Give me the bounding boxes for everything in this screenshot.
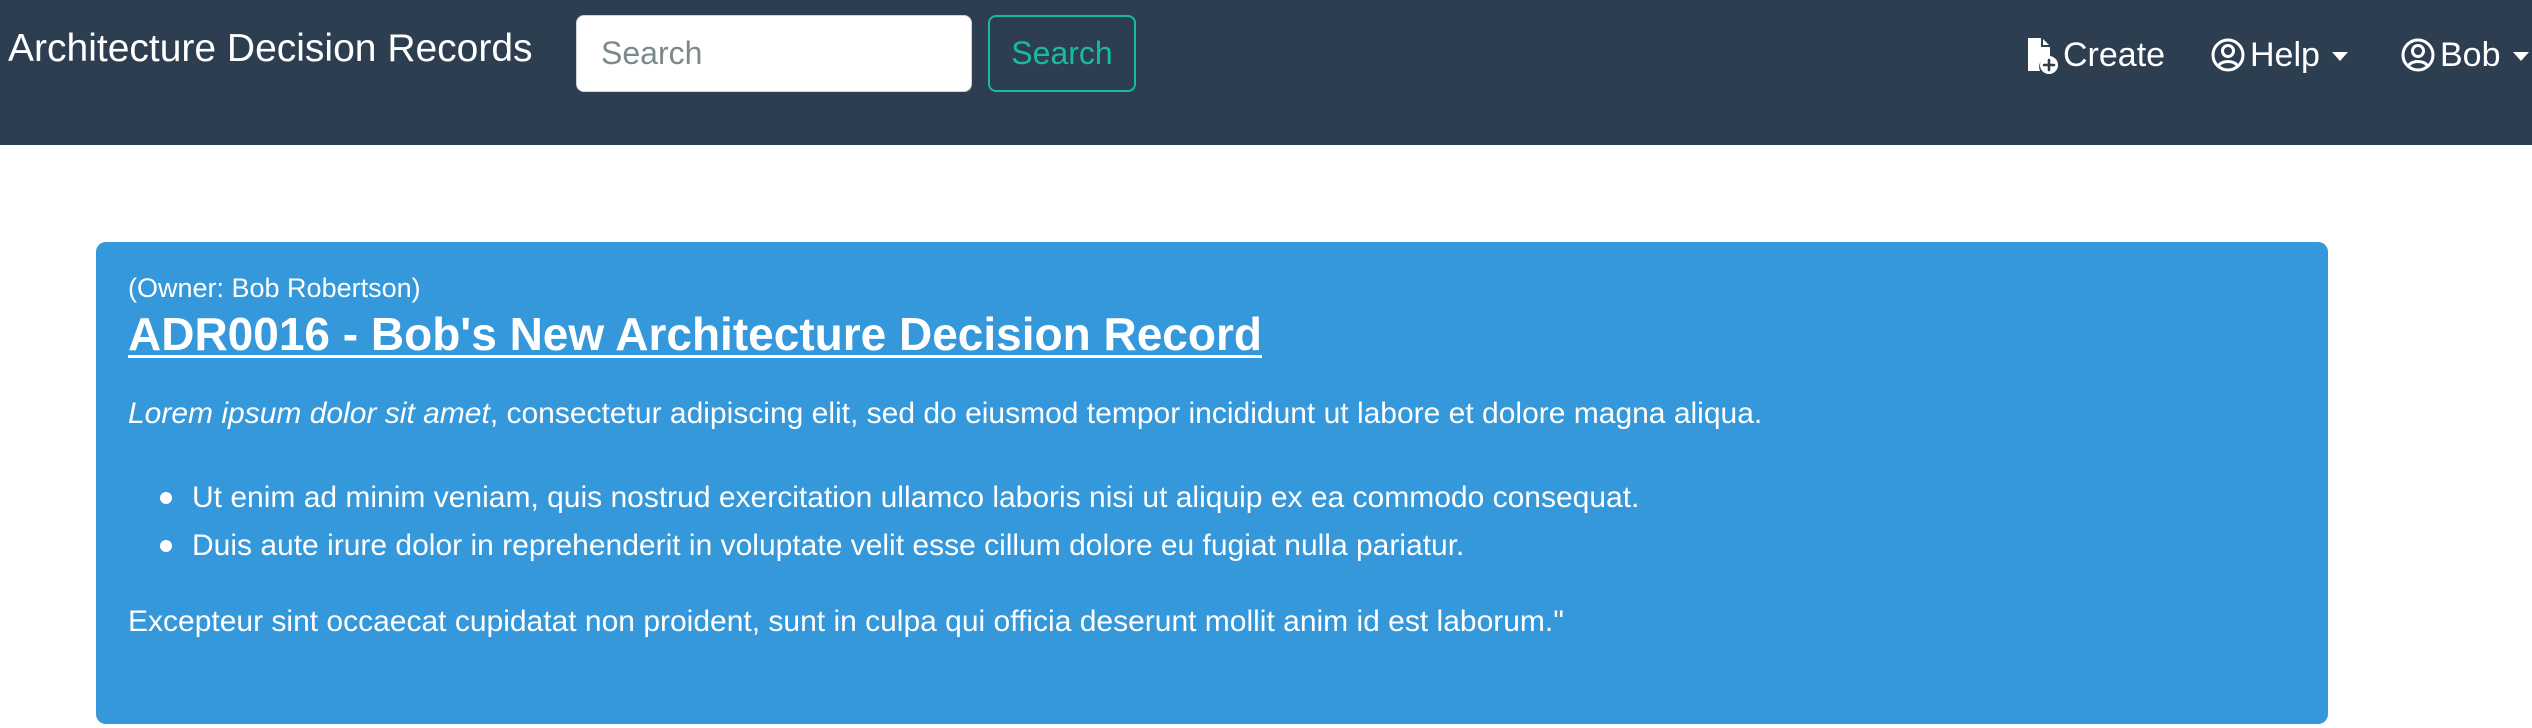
- brand-title[interactable]: Architecture Decision Records: [8, 24, 533, 74]
- chevron-down-icon: [2331, 51, 2348, 61]
- user-label: Bob: [2440, 35, 2501, 74]
- adr-closing-paragraph: Excepteur sint occaecat cupidatat non pr…: [128, 605, 1564, 638]
- adr-intro-paragraph: Lorem ipsum dolor sit amet, consectetur …: [128, 394, 2296, 434]
- help-dropdown[interactable]: Help: [2210, 29, 2348, 81]
- help-label: Help: [2250, 35, 2320, 74]
- chevron-down-icon: [2512, 51, 2529, 61]
- list-item-text: Duis aute irure dolor in reprehenderit i…: [192, 529, 1465, 562]
- adr-intro-text: , consectetur adipiscing elit, sed do ei…: [489, 397, 1763, 430]
- create-button[interactable]: Create: [2019, 29, 2165, 81]
- top-navbar: Architecture Decision Records Search Cre…: [0, 0, 2532, 145]
- file-plus-icon: [2019, 35, 2059, 75]
- adr-title-link[interactable]: ADR0016 - Bob's New Architecture Decisio…: [128, 306, 1262, 362]
- search-button[interactable]: Search: [988, 15, 1136, 92]
- list-item-text: Ut enim ad minim veniam, quis nostrud ex…: [192, 481, 1640, 514]
- bullet-icon: [160, 540, 172, 552]
- user-dropdown[interactable]: Bob: [2400, 29, 2529, 81]
- adr-card: (Owner: Bob Robertson) ADR0016 - Bob's N…: [96, 242, 2328, 724]
- person-circle-icon: [2400, 37, 2436, 73]
- bullet-icon: [160, 492, 172, 504]
- person-circle-icon: [2210, 37, 2246, 73]
- list-item: Ut enim ad minim veniam, quis nostrud ex…: [160, 474, 2296, 522]
- create-label: Create: [2063, 35, 2166, 74]
- adr-intro-emphasis: Lorem ipsum dolor sit amet: [128, 397, 490, 430]
- adr-bullet-list: Ut enim ad minim veniam, quis nostrud ex…: [128, 474, 2296, 570]
- search-input[interactable]: [576, 15, 972, 92]
- adr-owner: (Owner: Bob Robertson): [128, 273, 421, 303]
- list-item: Duis aute irure dolor in reprehenderit i…: [160, 522, 2296, 570]
